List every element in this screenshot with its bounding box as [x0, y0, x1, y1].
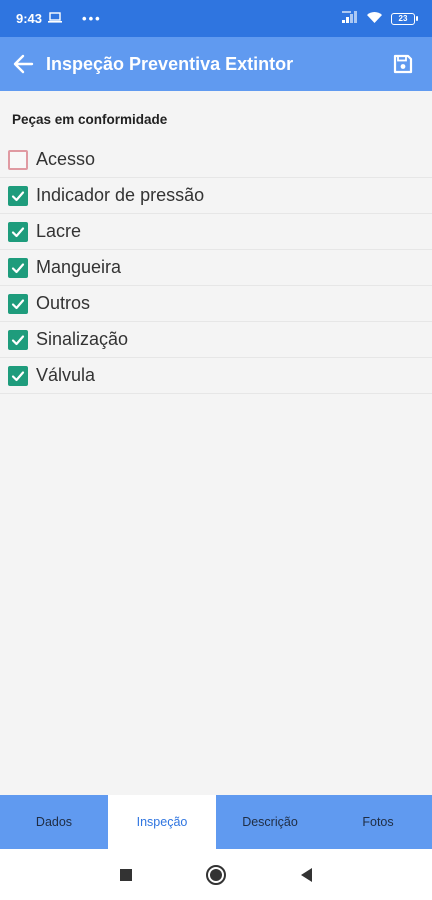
inspection-content: Peças em conformidade Acesso Indicador d… [0, 91, 432, 795]
checklist-item-acesso[interactable]: Acesso [0, 142, 432, 178]
checklist-item-label: Sinalização [36, 329, 129, 349]
square-icon [120, 868, 132, 881]
status-left: 9:43 ••• [16, 11, 102, 26]
status-time: 9:43 [16, 11, 43, 26]
checklist-item-outros[interactable]: Outros [0, 286, 432, 322]
bottom-tab-bar: Dados Inspeção Descrição Fotos [0, 795, 432, 849]
wifi-icon [366, 11, 383, 27]
home-button[interactable] [204, 863, 228, 887]
back-button[interactable] [10, 51, 36, 77]
checklist-item-label: Acesso [36, 149, 96, 169]
checklist-item-sinalizacao[interactable]: Sinalização [0, 322, 432, 358]
section-title: Peças em conformidade [12, 112, 168, 127]
checklist-item-label: Mangueira [36, 257, 122, 277]
checklist-item-label: Válvula [36, 365, 96, 385]
checklist-item-label: Outros [36, 293, 91, 313]
status-right: 23 [342, 11, 418, 27]
system-nav-bar [0, 849, 432, 900]
checkbox-checked-icon[interactable] [8, 185, 28, 206]
tab-dados[interactable]: Dados [0, 795, 108, 849]
battery-level: 23 [391, 12, 415, 25]
page-title: Inspeção Preventiva Extintor [46, 53, 294, 74]
notification-dots: ••• [82, 11, 102, 26]
checklist-item-mangueira[interactable]: Mangueira [0, 250, 432, 286]
checklist-item-label: Indicador de pressão [36, 185, 205, 205]
tab-descricao[interactable]: Descrição [216, 795, 324, 849]
checkbox-checked-icon[interactable] [8, 221, 28, 242]
checklist-item-label: Lacre [36, 221, 82, 241]
back-nav-button[interactable] [294, 863, 318, 887]
status-bar: 9:43 ••• 23 [0, 0, 432, 37]
floppy-disk-icon [393, 54, 413, 74]
checklist-item-valvula[interactable]: Válvula [0, 358, 432, 394]
signal-icon [342, 11, 358, 26]
triangle-left-icon [301, 867, 312, 882]
laptop-icon [48, 11, 63, 26]
checklist-item-lacre[interactable]: Lacre [0, 214, 432, 250]
battery-icon: 23 [391, 12, 418, 25]
checkbox-unchecked-icon[interactable] [8, 149, 28, 170]
checkbox-checked-icon[interactable] [8, 293, 28, 314]
checkbox-checked-icon[interactable] [8, 257, 28, 278]
checklist-item-indicador-de-pressao[interactable]: Indicador de pressão [0, 178, 432, 214]
checkbox-checked-icon[interactable] [8, 365, 28, 386]
app-bar: Inspeção Preventiva Extintor [0, 37, 432, 91]
tab-inspecao[interactable]: Inspeção [108, 795, 216, 849]
circle-icon [206, 864, 226, 885]
checklist: Acesso Indicador de pressão Lacre Mangue… [0, 142, 432, 394]
tab-fotos[interactable]: Fotos [324, 795, 432, 849]
checkbox-checked-icon[interactable] [8, 329, 28, 350]
save-button[interactable] [390, 51, 416, 77]
arrow-left-icon [13, 54, 34, 74]
recents-button[interactable] [114, 863, 138, 887]
